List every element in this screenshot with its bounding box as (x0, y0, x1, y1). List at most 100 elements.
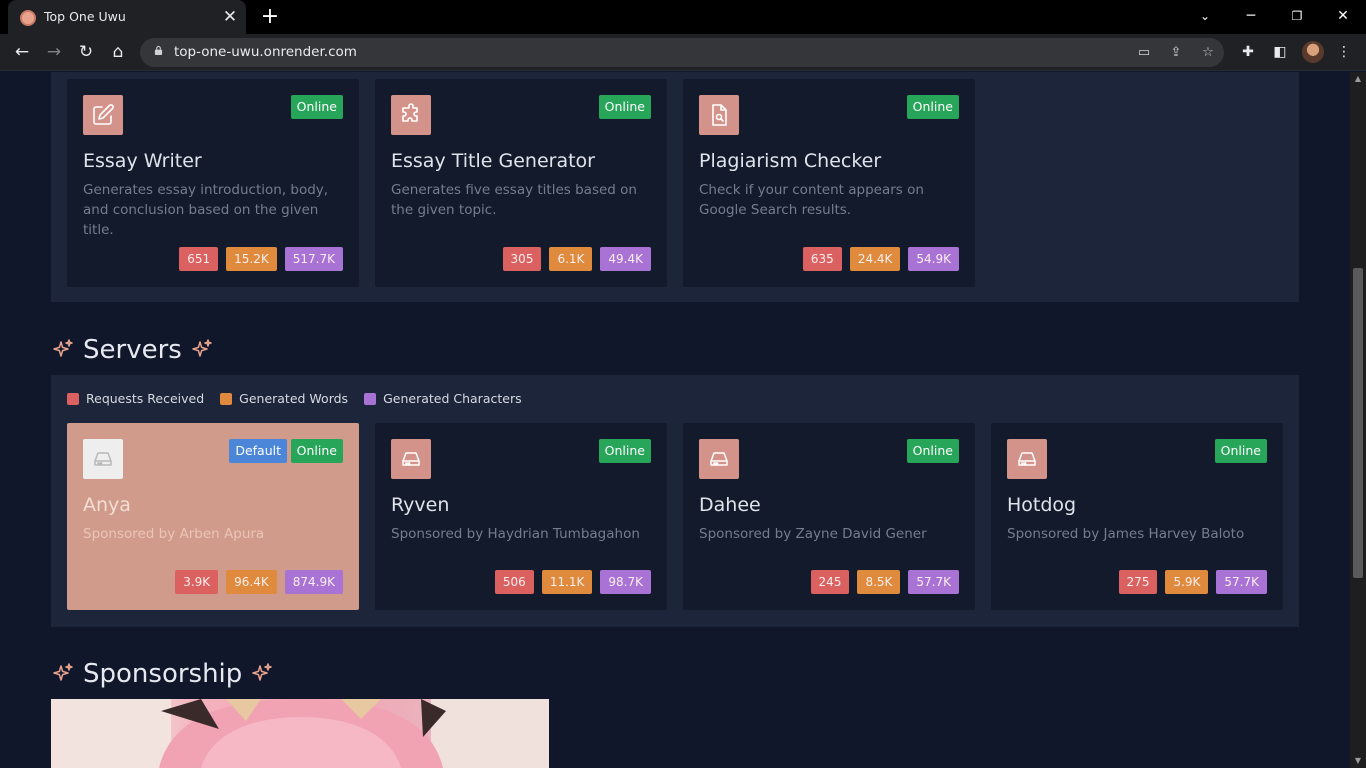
characters-stat: 874.9K (284, 570, 343, 594)
characters-stat: 98.7K (600, 570, 651, 594)
server-card[interactable]: Online Hotdog Sponsored by James Harvey … (991, 423, 1283, 610)
close-window-button[interactable]: ✕ (1331, 5, 1355, 27)
tool-description: Generates essay introduction, body, and … (83, 182, 329, 238)
legend-item: Generated Words (220, 391, 348, 406)
words-stat: 6.1K (549, 247, 593, 271)
characters-stat: 57.7K (1216, 570, 1267, 594)
minimize-button[interactable]: ─ (1239, 5, 1263, 27)
hard-drive-icon (391, 439, 431, 479)
server-card[interactable]: Default Online Anya Sponsored by Arben A… (67, 423, 359, 610)
server-stats: 3.9K 96.4K 874.9K (175, 570, 343, 594)
status-badge: Online (1214, 439, 1267, 463)
file-search-icon (699, 95, 739, 135)
requests-stat: 651 (179, 247, 219, 271)
status-badge: Online (290, 439, 343, 463)
tab-title: Top One Uwu (44, 9, 126, 24)
section-title: Servers (83, 335, 182, 365)
address-bar[interactable]: top-one-uwu.onrender.com ▭ ⇪ ☆ (140, 38, 1224, 67)
forward-button[interactable]: → (42, 40, 66, 64)
tool-card[interactable]: Online Essay Writer Generates essay intr… (67, 79, 359, 287)
side-panel-icon[interactable]: ◧ (1269, 41, 1291, 63)
server-sponsor: Sponsored by Zayne David Gener (699, 526, 927, 542)
tool-description: Check if your content appears on Google … (699, 182, 924, 218)
tool-title: Essay Writer (83, 150, 202, 172)
server-card[interactable]: Online Dahee Sponsored by Zayne David Ge… (683, 423, 975, 610)
tool-stats: 305 6.1K 49.4K (502, 247, 651, 271)
requests-stat: 275 (1118, 570, 1158, 594)
server-name: Anya (83, 494, 131, 516)
server-stats: 275 5.9K 57.7K (1118, 570, 1267, 594)
sparkle-icon (252, 663, 273, 681)
characters-stat: 57.7K (908, 570, 959, 594)
extensions-icon[interactable]: ✚ (1237, 41, 1259, 63)
server-sponsor: Sponsored by James Harvey Baloto (1007, 526, 1245, 542)
legend-swatch (364, 392, 377, 405)
servers-panel: Requests Received Generated Words Genera… (51, 375, 1299, 627)
share-icon[interactable]: ⇪ (1166, 43, 1186, 63)
legend-swatch (67, 392, 79, 405)
sponsorship-image (51, 699, 549, 768)
clipboard-icon[interactable]: ▭ (1134, 43, 1154, 63)
menu-icon[interactable]: ⋮ (1333, 41, 1355, 63)
server-name: Dahee (699, 494, 761, 516)
legend-label: Requests Received (86, 391, 205, 406)
server-card[interactable]: Online Ryven Sponsored by Haydrian Tumba… (375, 423, 667, 610)
server-sponsor: Sponsored by Arben Apura (83, 526, 265, 542)
requests-stat: 3.9K (175, 570, 219, 594)
requests-stat: 305 (502, 247, 542, 271)
server-stats: 506 11.1K 98.7K (494, 570, 651, 594)
profile-avatar[interactable] (1302, 41, 1324, 63)
legend-swatch (220, 392, 233, 405)
status-badge: Online (906, 439, 959, 463)
words-stat: 8.5K (857, 570, 901, 594)
browser-tab[interactable]: Top One Uwu ✕ (8, 0, 246, 34)
sparkle-icon (53, 663, 73, 681)
section-title: Sponsorship (83, 659, 243, 689)
hard-drive-icon (1007, 439, 1047, 479)
characters-stat: 517.7K (284, 247, 343, 271)
scroll-thumb[interactable] (1353, 268, 1363, 578)
puzzle-icon (391, 95, 431, 135)
sparkle-icon (53, 339, 73, 357)
legend-item: Requests Received (67, 391, 204, 406)
bookmark-star-icon[interactable]: ☆ (1198, 43, 1218, 63)
browser-toolbar: ← → ↻ ⌂ top-one-uwu.onrender.com ▭ ⇪ ☆ ✚… (0, 34, 1366, 71)
server-name: Ryven (391, 494, 450, 516)
tool-title: Plagiarism Checker (699, 150, 882, 172)
tool-card[interactable]: Online Essay Title Generator Generates f… (375, 79, 667, 287)
stats-legend: Requests Received Generated Words Genera… (67, 391, 522, 406)
tool-description: Generates five essay titles based on the… (391, 182, 637, 218)
requests-stat: 635 (802, 247, 842, 271)
characters-stat: 54.9K (908, 247, 959, 271)
page-scrollbar[interactable]: ▲ ▼ (1350, 72, 1366, 768)
new-tab-button[interactable]: + (258, 5, 282, 29)
tool-stats: 651 15.2K 517.7K (179, 247, 343, 271)
requests-stat: 506 (494, 570, 534, 594)
tool-stats: 635 24.4K 54.9K (802, 247, 959, 271)
sparkle-icon (192, 339, 212, 357)
requests-stat: 245 (810, 570, 850, 594)
servers-heading: Servers (51, 335, 214, 365)
status-badge: Online (598, 439, 651, 463)
lock-icon (154, 46, 163, 55)
url-text: top-one-uwu.onrender.com (174, 44, 357, 60)
server-name: Hotdog (1007, 494, 1077, 516)
tab-search-icon[interactable]: ⌄ (1193, 5, 1217, 27)
edit-icon (83, 95, 123, 135)
tools-panel: Online Essay Writer Generates essay intr… (51, 72, 1299, 302)
scroll-up-icon[interactable]: ▲ (1350, 72, 1366, 86)
close-tab-icon[interactable]: ✕ (220, 7, 240, 27)
words-stat: 11.1K (541, 570, 593, 594)
server-stats: 245 8.5K 57.7K (810, 570, 959, 594)
reload-button[interactable]: ↻ (74, 40, 98, 64)
back-button[interactable]: ← (10, 40, 34, 64)
legend-label: Generated Characters (383, 391, 522, 406)
scroll-down-icon[interactable]: ▼ (1350, 754, 1366, 768)
restore-button[interactable]: ❐ (1285, 5, 1309, 27)
server-sponsor: Sponsored by Haydrian Tumbagahon (391, 526, 640, 542)
legend-label: Generated Words (239, 391, 349, 406)
status-badge: Online (906, 95, 959, 119)
home-button[interactable]: ⌂ (106, 40, 130, 64)
tool-card[interactable]: Online Plagiarism Checker Check if your … (683, 79, 975, 287)
tool-title: Essay Title Generator (391, 150, 595, 172)
